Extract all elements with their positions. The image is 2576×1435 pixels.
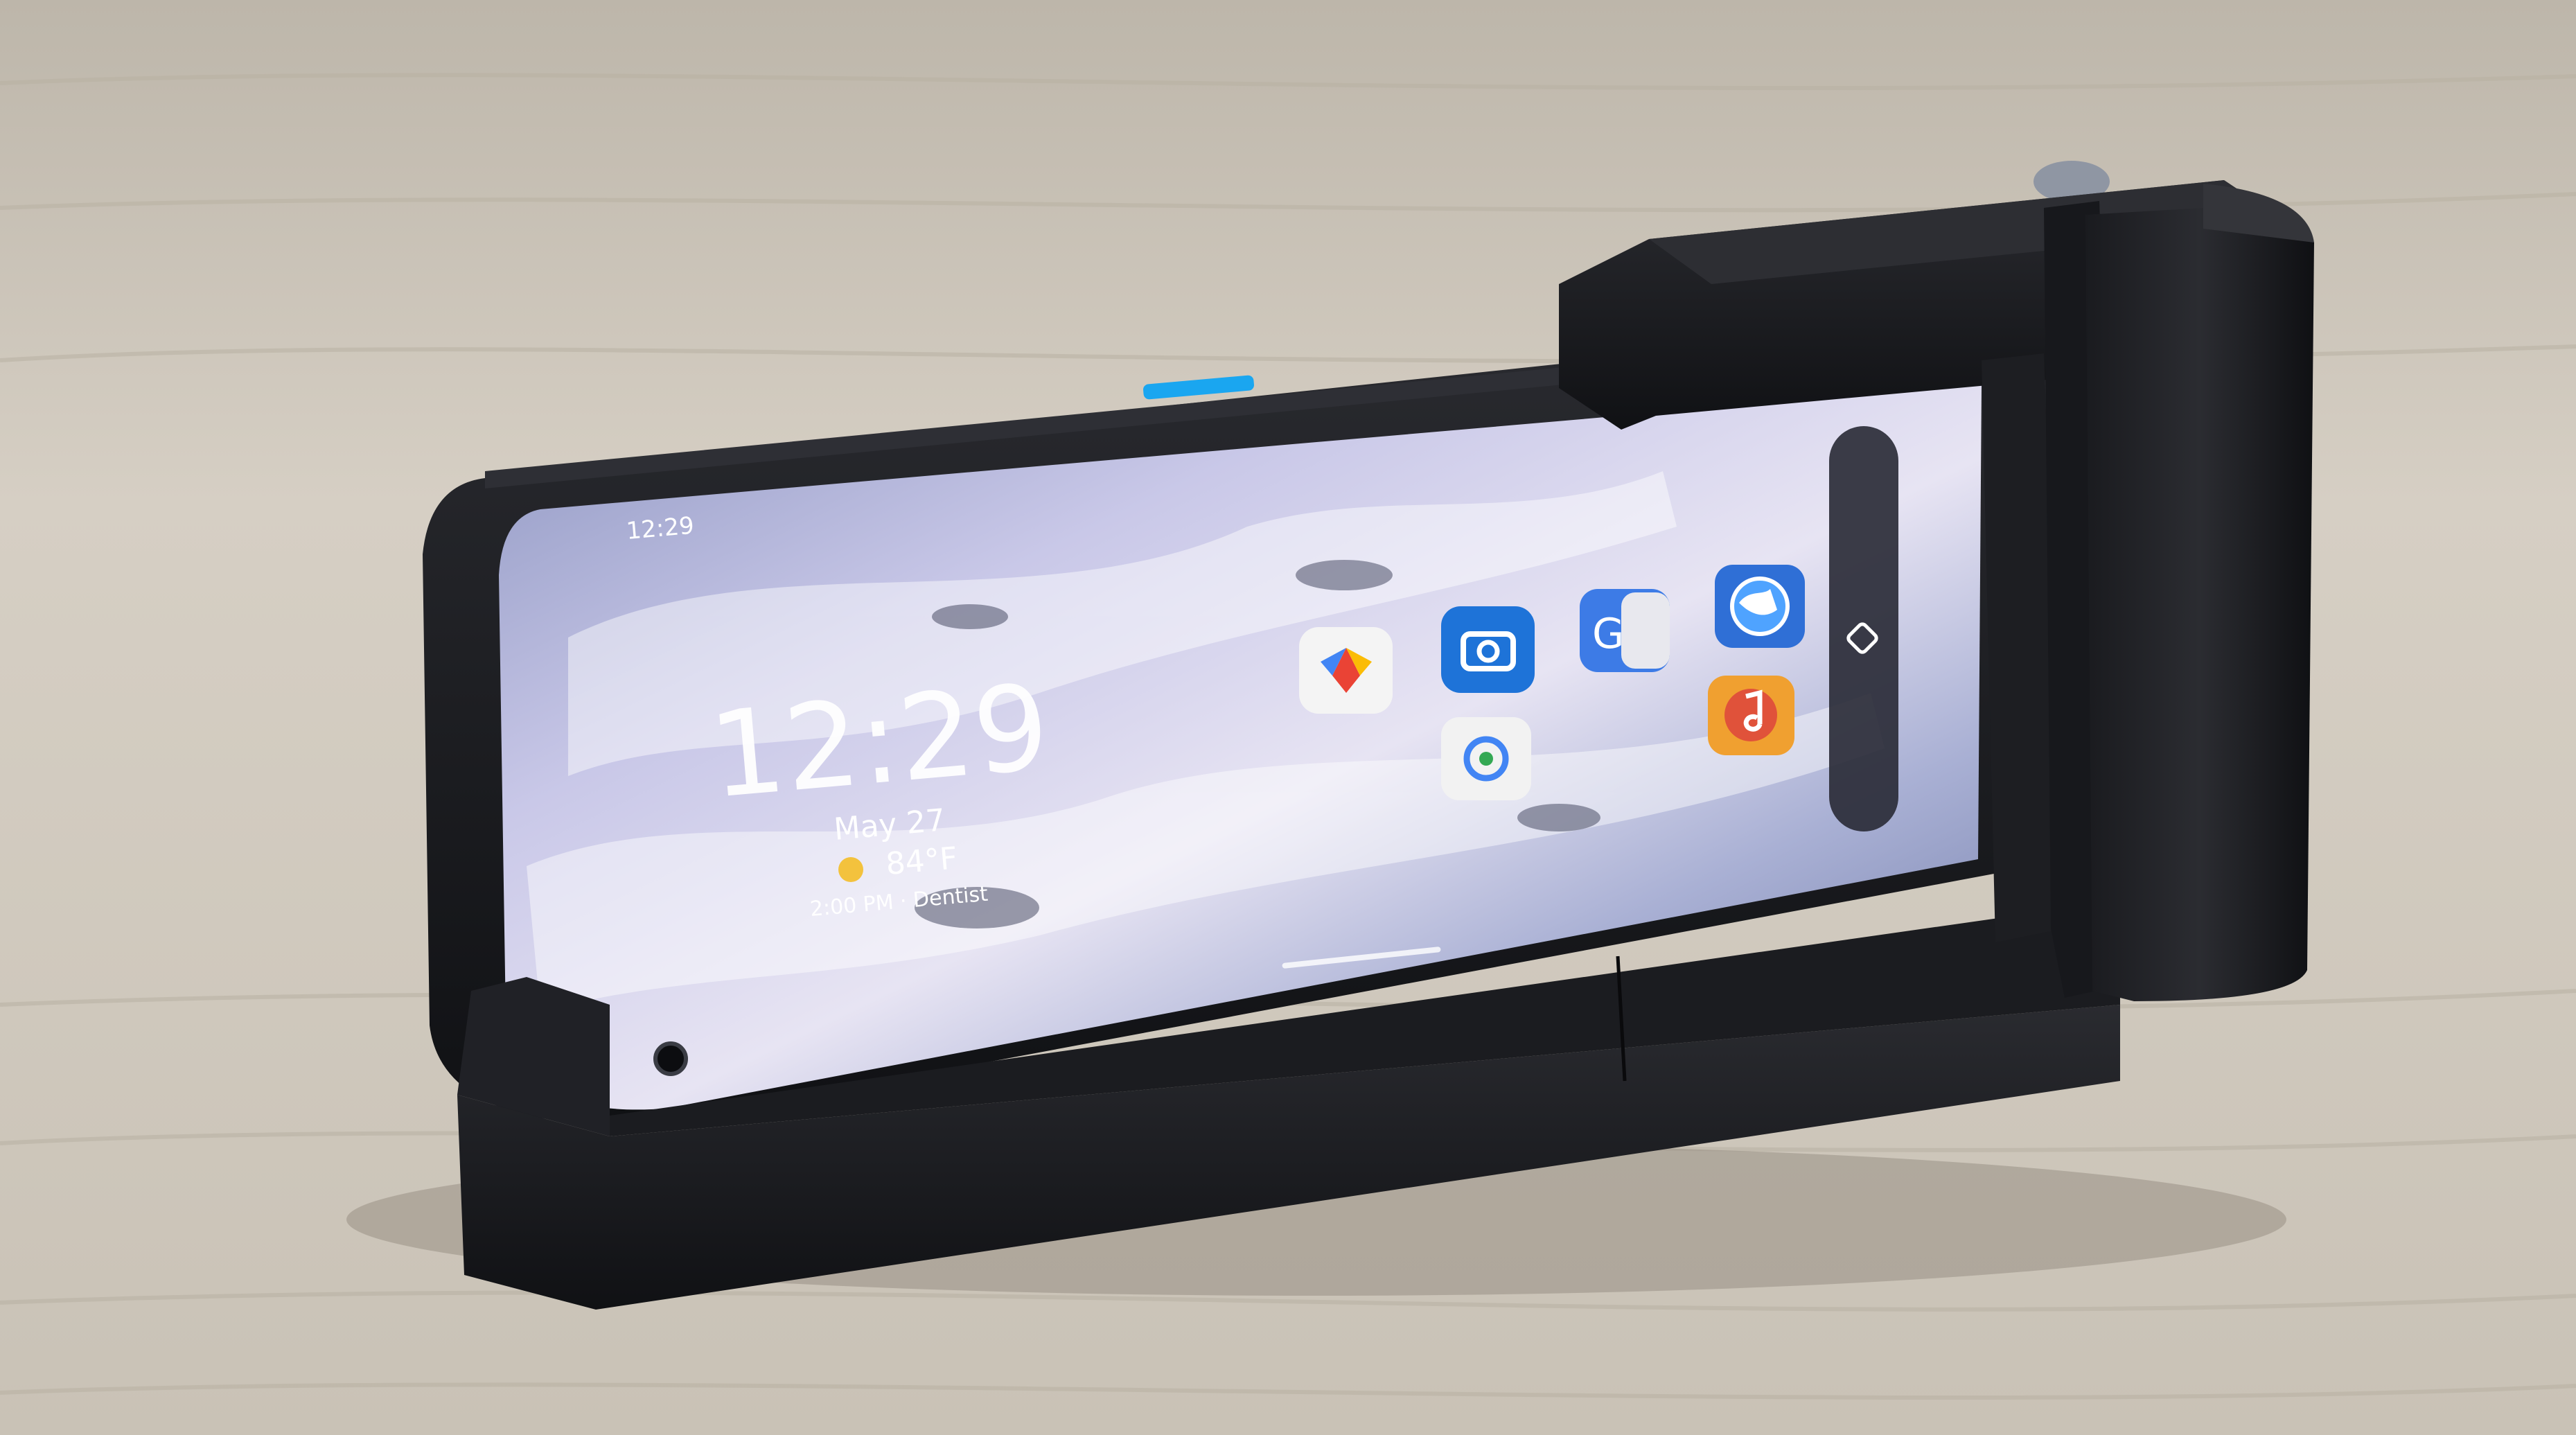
app-music[interactable] [1708,676,1794,755]
front-camera [653,1041,688,1076]
app-photos[interactable] [1299,627,1393,714]
status-bar-time: 12:29 [625,512,695,545]
app-translate[interactable]: G [1580,589,1670,672]
app-camera[interactable] [1441,606,1535,693]
taskbar-panel[interactable] [1829,426,1898,831]
photo-scene: 12:29 12:29 May 27 84°F 2:00 PM · Dentis… [0,0,2576,1435]
weather-sun-icon [838,857,863,882]
app-browser[interactable] [1715,565,1805,648]
app-lens[interactable] [1441,717,1531,800]
dock-pillar [2085,208,2314,1001]
translate-icon: G [1592,610,1625,658]
lock-weather: 84°F [885,840,959,882]
